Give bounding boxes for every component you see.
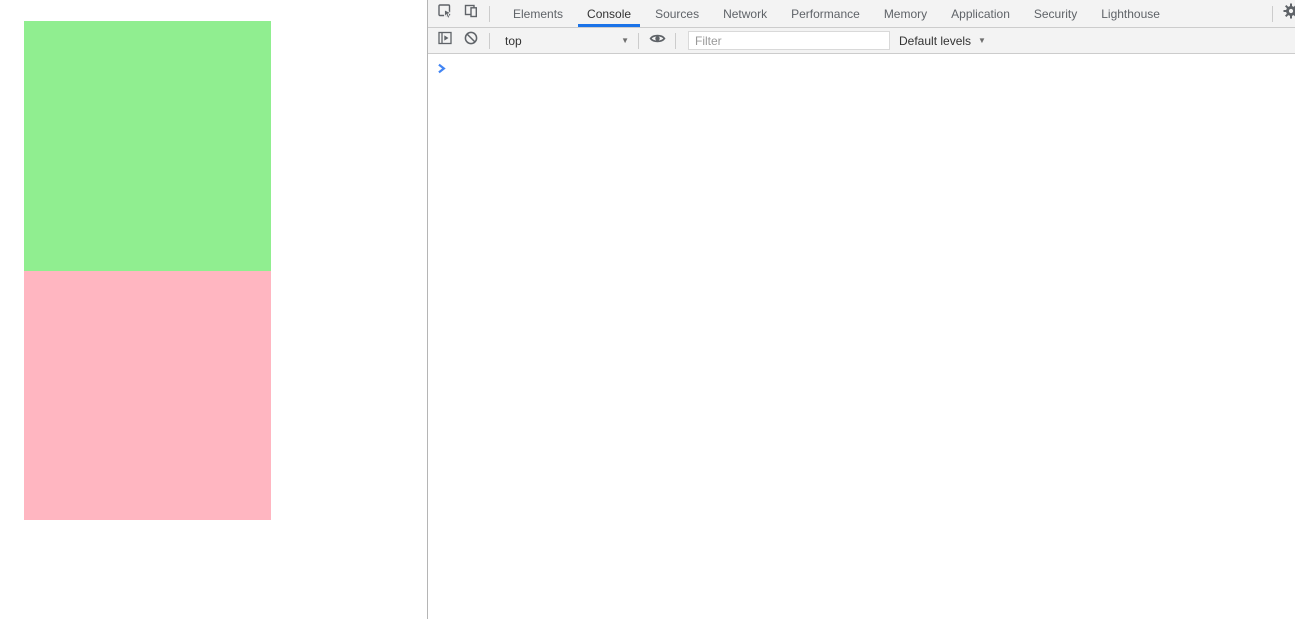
tab-label: Network — [723, 6, 768, 21]
console-filter-input[interactable] — [688, 31, 890, 50]
settings-button[interactable] — [1278, 2, 1295, 26]
eye-icon — [649, 30, 666, 52]
tab-performance[interactable]: Performance — [782, 0, 869, 27]
chevron-down-icon: ▼ — [978, 36, 986, 45]
devtools-tabs: Elements Console Sources Network Perform… — [501, 0, 1172, 27]
toolbar-divider — [489, 32, 490, 49]
toolbar-divider — [638, 32, 639, 49]
tab-lighthouse[interactable]: Lighthouse — [1092, 0, 1169, 27]
page-viewport — [0, 0, 427, 619]
live-expression-button[interactable] — [644, 29, 670, 53]
console-prompt-icon — [436, 61, 447, 79]
tab-elements[interactable]: Elements — [504, 0, 572, 27]
tab-console[interactable]: Console — [578, 0, 641, 27]
tab-memory[interactable]: Memory — [875, 0, 936, 27]
tab-label: Security — [1033, 6, 1078, 21]
tab-sources[interactable]: Sources — [646, 0, 708, 27]
device-toolbar-button[interactable] — [458, 2, 484, 26]
devtools-panel: Elements Console Sources Network Perform… — [427, 0, 1295, 619]
toolbar-divider — [1272, 5, 1273, 22]
tab-application[interactable]: Application — [942, 0, 1019, 27]
context-value: top — [505, 33, 522, 48]
tab-label: Memory — [883, 6, 928, 21]
javascript-context-selector[interactable]: top ▼ — [501, 28, 633, 53]
toolbar-divider — [675, 32, 676, 49]
inspect-element-button[interactable] — [432, 2, 458, 26]
devtools-tabbar: Elements Console Sources Network Perform… — [428, 0, 1295, 28]
gear-icon — [1283, 3, 1295, 24]
tab-label: Performance — [791, 6, 860, 21]
clear-console-button[interactable] — [458, 29, 484, 53]
browser-window: Elements Console Sources Network Perform… — [0, 0, 1295, 619]
levels-label: Default levels — [899, 33, 972, 48]
pink-box — [24, 271, 271, 520]
tab-label: Console — [587, 6, 632, 21]
green-box — [24, 21, 271, 271]
log-levels-dropdown[interactable]: Default levels ▼ — [899, 34, 986, 48]
block-icon — [463, 30, 479, 51]
console-sidebar-toggle-button[interactable] — [432, 29, 458, 53]
console-prompt[interactable] — [428, 54, 1295, 79]
tab-security[interactable]: Security — [1025, 0, 1086, 27]
inspect-cursor-icon — [437, 3, 453, 24]
console-messages-area[interactable] — [428, 54, 1295, 619]
tab-label: Application — [951, 6, 1010, 21]
tab-label: Lighthouse — [1101, 6, 1160, 21]
tab-label: Elements — [513, 6, 564, 21]
device-toolbar-icon — [463, 3, 479, 24]
tab-network[interactable]: Network — [714, 0, 776, 27]
chevron-down-icon: ▼ — [621, 36, 629, 45]
tab-label: Sources — [655, 6, 700, 21]
sidebar-toggle-icon — [437, 30, 453, 51]
tabbar-spacer — [1172, 0, 1267, 27]
toolbar-divider — [489, 5, 490, 22]
console-toolbar: top ▼ Default levels ▼ — [428, 28, 1295, 54]
